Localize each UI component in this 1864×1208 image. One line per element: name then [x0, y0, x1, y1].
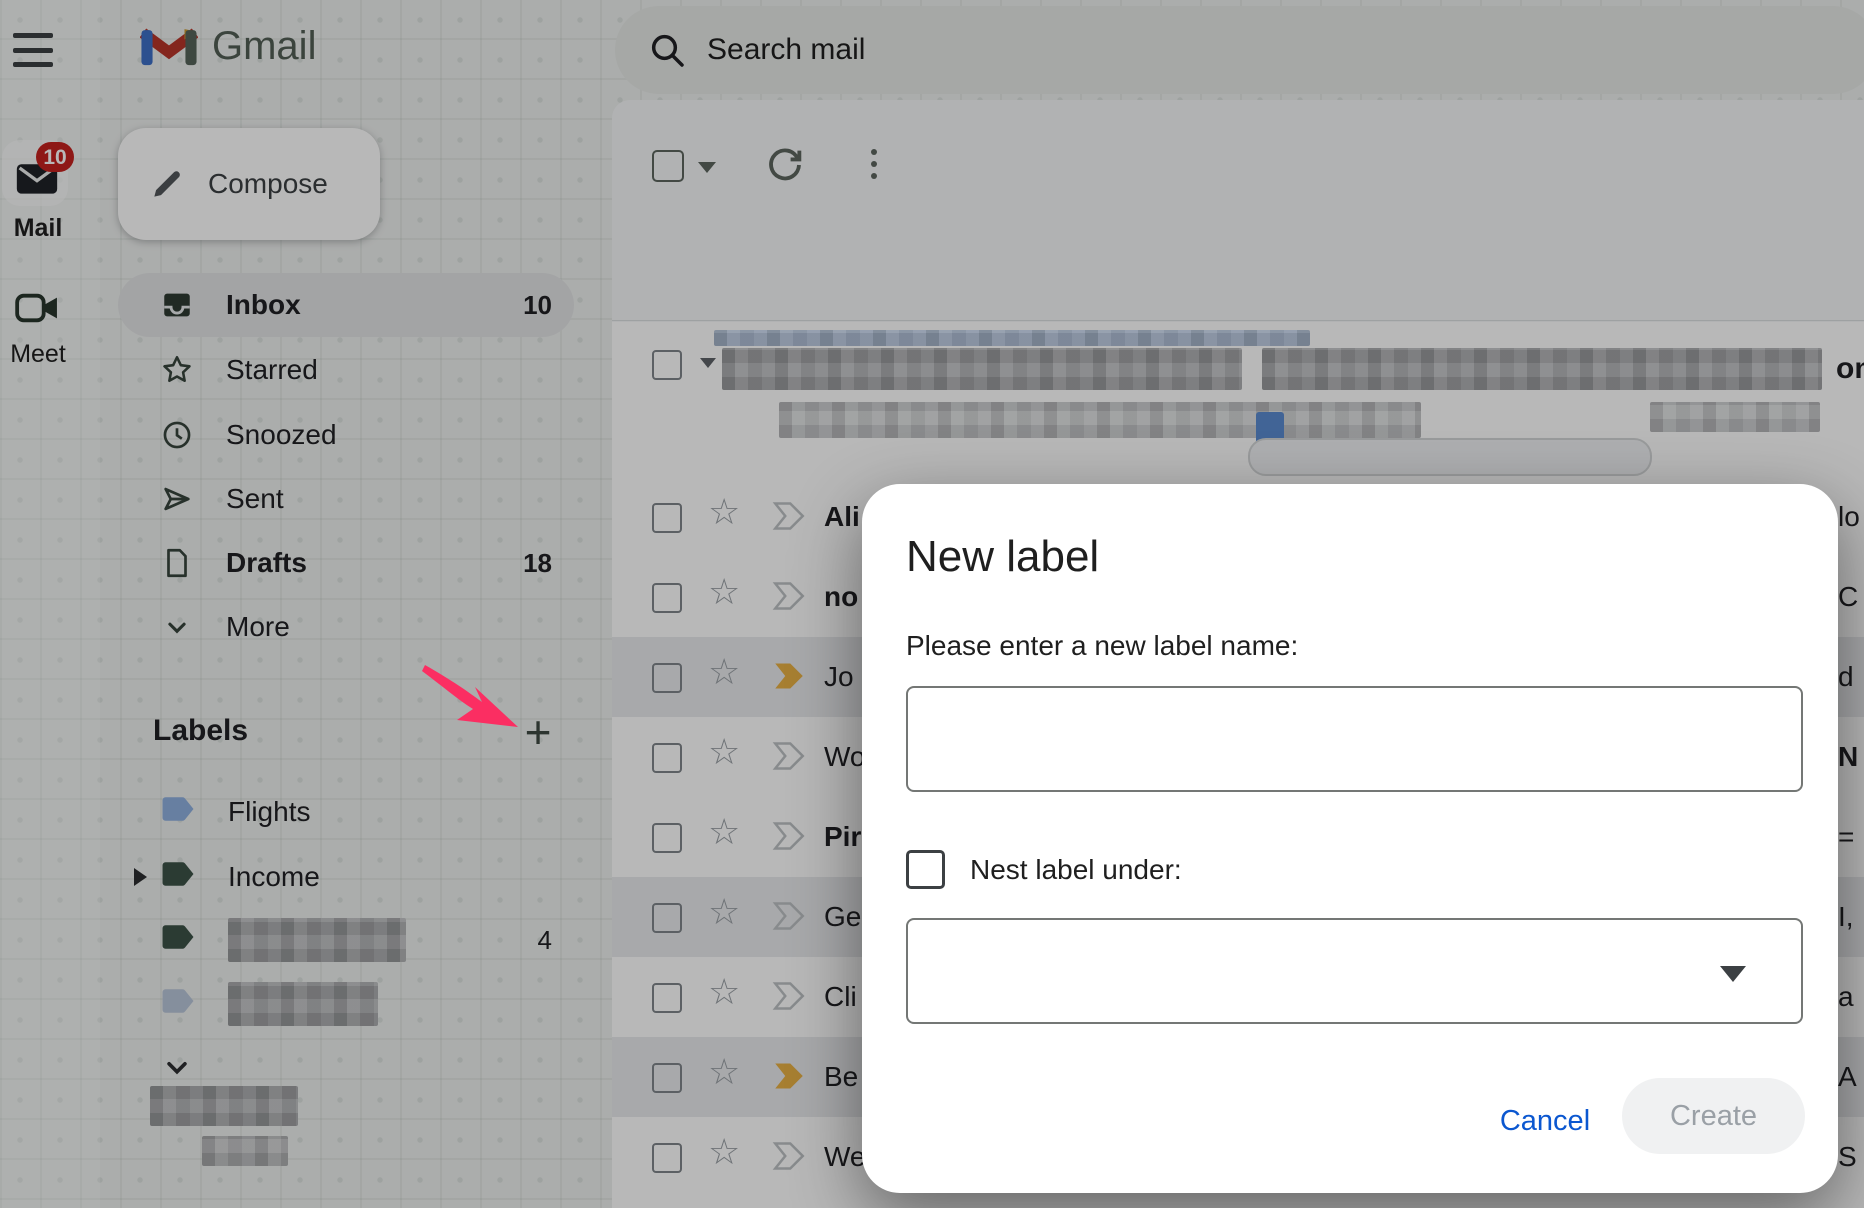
cancel-button[interactable]: Cancel [1480, 1092, 1610, 1150]
parent-label-select[interactable] [906, 918, 1803, 1024]
nest-label-text: Nest label under: [970, 854, 1182, 886]
label-name-input[interactable] [906, 686, 1803, 792]
create-button[interactable]: Create [1622, 1078, 1805, 1154]
gmail-app: 10 Mail Meet Gmail Comp [0, 0, 1864, 1208]
nest-label-checkbox[interactable] [906, 850, 945, 889]
dialog-title: New label [906, 532, 1099, 582]
select-dropdown-arrow-icon [1720, 966, 1746, 982]
new-label-dialog: New label Please enter a new label name:… [862, 484, 1838, 1193]
dialog-prompt: Please enter a new label name: [906, 630, 1298, 662]
